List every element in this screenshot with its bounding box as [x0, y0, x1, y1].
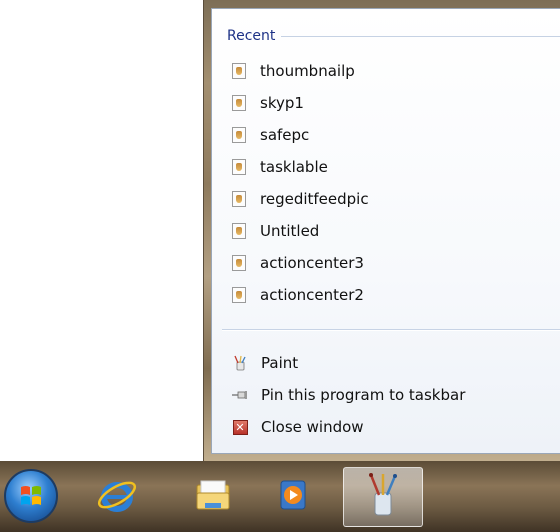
windows-explorer-icon: [191, 473, 235, 521]
start-orb-icon[interactable]: [4, 469, 58, 523]
recent-item-label: thoumbnailp: [260, 62, 355, 80]
windows-explorer-button[interactable]: [182, 467, 244, 527]
image-file-icon: [232, 95, 246, 111]
media-player-button[interactable]: [262, 467, 324, 527]
recent-item-label: actioncenter2: [260, 286, 364, 304]
recent-item[interactable]: thoumbnailp: [232, 59, 532, 83]
image-file-icon: [232, 127, 246, 143]
pin-label: Pin this program to taskbar: [261, 386, 466, 404]
recent-item-label: Untitled: [260, 222, 320, 240]
recent-item-label: actioncenter3: [260, 254, 364, 272]
close-icon: ✕: [232, 419, 248, 435]
recent-category-header: Recent: [227, 26, 560, 46]
recent-item[interactable]: Untitled: [232, 219, 532, 243]
pin-to-taskbar-item[interactable]: Pin this program to taskbar: [232, 383, 465, 407]
recent-item[interactable]: tasklable: [232, 155, 532, 179]
recent-item[interactable]: skyp1: [232, 91, 532, 115]
image-file-icon: [232, 223, 246, 239]
image-file-icon: [232, 287, 246, 303]
media-player-icon: [273, 475, 313, 519]
recent-item-label: tasklable: [260, 158, 328, 176]
image-file-icon: [232, 63, 246, 79]
recent-item-label: regeditfeedpic: [260, 190, 369, 208]
internet-explorer-button[interactable]: [86, 467, 148, 527]
recent-item-label: skyp1: [260, 94, 304, 112]
category-title: Recent: [227, 28, 276, 44]
paint-taskbar-button[interactable]: [343, 467, 423, 527]
paint-icon: [232, 355, 248, 371]
close-label: Close window: [261, 418, 364, 436]
pin-icon: [232, 387, 248, 403]
tasks-divider: [222, 329, 560, 330]
recent-item[interactable]: actioncenter3: [232, 251, 532, 275]
image-file-icon: [232, 159, 246, 175]
category-divider: [281, 35, 560, 37]
internet-explorer-icon: [95, 473, 139, 521]
image-file-icon: [232, 255, 246, 271]
recent-item-label: safepc: [260, 126, 310, 144]
open-paint-item[interactable]: Paint: [232, 351, 298, 375]
recent-item[interactable]: regeditfeedpic: [232, 187, 532, 211]
close-window-item[interactable]: ✕ Close window: [232, 415, 364, 439]
image-file-icon: [232, 191, 246, 207]
jump-list-menu: Recent thoumbnailp skyp1 safepc tasklabl…: [211, 8, 560, 454]
program-name: Paint: [261, 354, 299, 372]
recent-item[interactable]: actioncenter2: [232, 283, 532, 307]
paint-icon: [361, 471, 405, 523]
taskbar: [0, 461, 560, 532]
recent-item[interactable]: safepc: [232, 123, 532, 147]
